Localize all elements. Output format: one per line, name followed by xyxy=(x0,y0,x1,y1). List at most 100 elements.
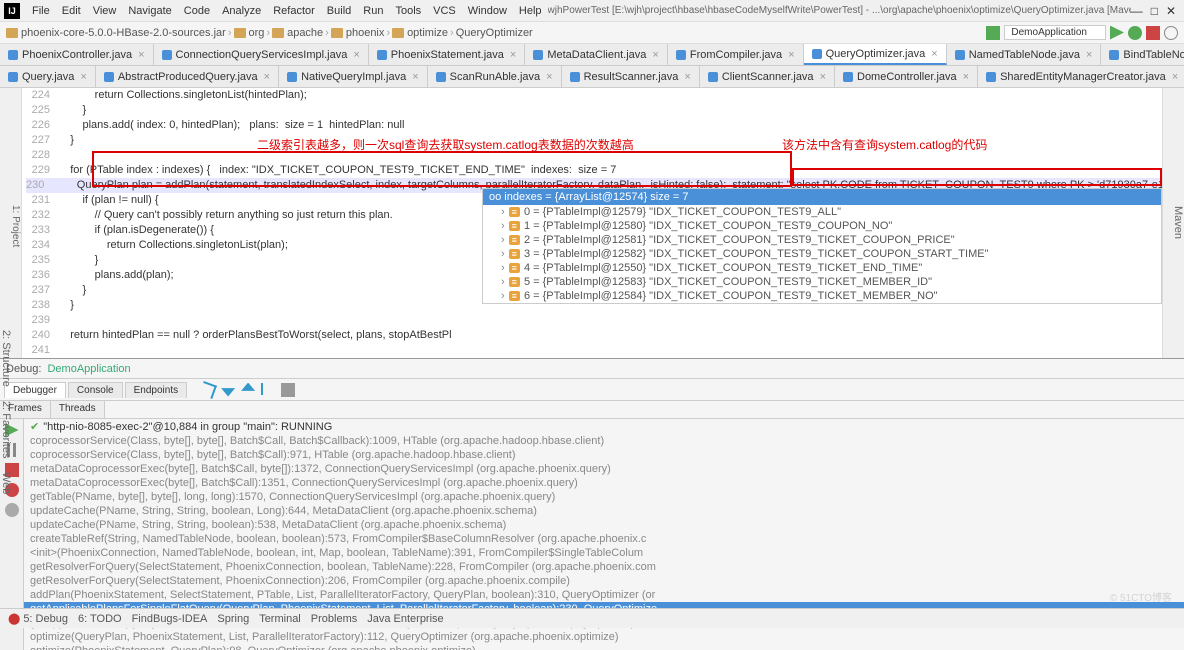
code-editor[interactable]: 224 return Collections.singletonList(hin… xyxy=(22,88,1162,358)
stack-frame[interactable]: updateCache(PName, String, String, boole… xyxy=(24,504,1184,518)
step-out-icon[interactable] xyxy=(241,383,255,397)
tab-close-icon[interactable]: × xyxy=(788,49,794,61)
menu-run[interactable]: Run xyxy=(357,3,389,19)
tree-toggle-icon[interactable]: › xyxy=(501,234,505,246)
menu-edit[interactable]: Edit xyxy=(56,3,87,19)
stack-frame[interactable]: optimize(PhoenixStatement, QueryPlan):98… xyxy=(24,644,1184,650)
tab-endpoints[interactable]: Endpoints xyxy=(125,382,187,398)
right-tool-tabs[interactable]: Maven xyxy=(1162,88,1184,358)
tree-toggle-icon[interactable]: › xyxy=(501,262,505,274)
search-icon[interactable] xyxy=(1164,26,1178,40)
favorites-tab[interactable]: 2: Favorites xyxy=(0,401,12,458)
status-item[interactable]: Terminal xyxy=(259,613,301,625)
tab-console[interactable]: Console xyxy=(68,382,123,398)
tab-debugger[interactable]: Debugger xyxy=(4,382,66,398)
breadcrumb-item[interactable]: phoenix-core-5.0.0-HBase-2.0-sources.jar xyxy=(6,27,226,39)
menu-help[interactable]: Help xyxy=(513,3,548,19)
stack-frame[interactable]: metaDataCoprocessorExec(byte[], Batch$Ca… xyxy=(24,462,1184,476)
file-tab[interactable]: AbstractProducedQuery.java× xyxy=(96,66,279,87)
status-item[interactable]: ⬤ 5: Debug xyxy=(8,612,68,625)
file-tab[interactable]: BindTableNode.java× xyxy=(1101,44,1184,65)
stack-frame[interactable]: <init>(PhoenixConnection, NamedTableNode… xyxy=(24,546,1184,560)
breadcrumb-item[interactable]: phoenix xyxy=(331,27,385,39)
run-icon[interactable] xyxy=(1110,26,1124,40)
tab-close-icon[interactable]: × xyxy=(931,48,937,60)
debug-icon[interactable] xyxy=(1128,26,1142,40)
evaluate-icon[interactable] xyxy=(281,383,295,397)
stack-frame[interactable]: updateCache(PName, String, String, boole… xyxy=(24,518,1184,532)
stack-frame[interactable]: coprocessorService(Class, byte[], byte[]… xyxy=(24,448,1184,462)
threads-tab[interactable]: Threads xyxy=(51,401,105,418)
status-item[interactable]: Java Enterprise xyxy=(367,613,443,625)
stack-frame[interactable]: coprocessorService(Class, byte[], byte[]… xyxy=(24,434,1184,448)
structure-tab[interactable]: 2: Structure xyxy=(0,330,12,387)
debug-var-row[interactable]: ›≡0 = {PTableImpl@12579} "IDX_TICKET_COU… xyxy=(483,205,1161,219)
mute-breakpoints-icon[interactable] xyxy=(5,503,19,517)
tab-close-icon[interactable]: × xyxy=(264,71,270,83)
status-item[interactable]: FindBugs-IDEA xyxy=(132,613,208,625)
breadcrumb-item[interactable]: apache xyxy=(272,27,323,39)
status-item[interactable]: Spring xyxy=(217,613,249,625)
stack-frame[interactable]: getTable(PName, byte[], byte[], long, lo… xyxy=(24,490,1184,504)
breadcrumb-item[interactable]: org xyxy=(234,27,265,39)
breadcrumb-item[interactable]: QueryOptimizer xyxy=(456,27,533,39)
tab-close-icon[interactable]: × xyxy=(684,71,690,83)
menu-build[interactable]: Build xyxy=(321,3,357,19)
stack-frame[interactable]: optimize(QueryPlan, PhoenixStatement, Li… xyxy=(24,630,1184,644)
step-over-icon[interactable] xyxy=(199,381,217,399)
run-to-cursor-icon[interactable] xyxy=(261,383,275,395)
menu-tools[interactable]: Tools xyxy=(389,3,427,19)
menu-navigate[interactable]: Navigate xyxy=(122,3,177,19)
maximize-icon[interactable]: □ xyxy=(1151,4,1158,18)
breadcrumb-item[interactable]: optimize xyxy=(392,27,448,39)
debug-var-row[interactable]: ›≡2 = {PTableImpl@12581} "IDX_TICKET_COU… xyxy=(483,233,1161,247)
tree-toggle-icon[interactable]: › xyxy=(501,276,505,288)
file-tab[interactable]: ConnectionQueryServicesImpl.java× xyxy=(154,44,369,65)
close-icon[interactable]: ✕ xyxy=(1166,4,1176,18)
file-tab[interactable]: FromCompiler.java× xyxy=(668,44,804,65)
project-tool-tab[interactable]: 1: Project xyxy=(0,88,22,358)
stack-frame[interactable]: createTableRef(String, NamedTableNode, b… xyxy=(24,532,1184,546)
debug-var-row[interactable]: ›≡1 = {PTableImpl@12580} "IDX_TICKET_COU… xyxy=(483,219,1161,233)
debug-var-row[interactable]: ›≡4 = {PTableImpl@12550} "IDX_TICKET_COU… xyxy=(483,261,1161,275)
debug-var-row[interactable]: ›≡3 = {PTableImpl@12582} "IDX_TICKET_COU… xyxy=(483,247,1161,261)
tab-close-icon[interactable]: × xyxy=(963,71,969,83)
menu-refactor[interactable]: Refactor xyxy=(267,3,321,19)
tree-toggle-icon[interactable]: › xyxy=(501,220,505,232)
file-tab[interactable]: ClientScanner.java× xyxy=(700,66,835,87)
menu-view[interactable]: View xyxy=(87,3,123,19)
minimize-icon[interactable]: — xyxy=(1131,4,1143,18)
tree-toggle-icon[interactable]: › xyxy=(501,248,505,260)
file-tab[interactable]: ResultScanner.java× xyxy=(562,66,700,87)
stack-frame[interactable]: addPlan(PhoenixStatement, SelectStatemen… xyxy=(24,588,1184,602)
tab-close-icon[interactable]: × xyxy=(652,49,658,61)
stack-frame[interactable]: getResolverForQuery(SelectStatement, Pho… xyxy=(24,574,1184,588)
file-tab[interactable]: Query.java× xyxy=(0,66,96,87)
menu-window[interactable]: Window xyxy=(462,3,513,19)
file-tab[interactable]: PhoenixController.java× xyxy=(0,44,154,65)
debug-var-row[interactable]: ›≡5 = {PTableImpl@12583} "IDX_TICKET_COU… xyxy=(483,275,1161,289)
code-line[interactable]: return Collections.singletonList(hintedP… xyxy=(58,88,1162,103)
file-tab[interactable]: SharedEntityManagerCreator.java× xyxy=(978,66,1184,87)
stop-icon[interactable] xyxy=(1146,26,1160,40)
debug-var-row[interactable]: ›≡6 = {PTableImpl@12584} "IDX_TICKET_COU… xyxy=(483,289,1161,303)
menu-file[interactable]: File xyxy=(26,3,56,19)
tab-close-icon[interactable]: × xyxy=(80,71,86,83)
file-tab[interactable]: DomeController.java× xyxy=(835,66,978,87)
hammer-icon[interactable] xyxy=(986,26,1000,40)
tab-close-icon[interactable]: × xyxy=(1086,49,1092,61)
menu-vcs[interactable]: VCS xyxy=(427,3,462,19)
menu-analyze[interactable]: Analyze xyxy=(216,3,267,19)
menu-code[interactable]: Code xyxy=(178,3,216,19)
debug-vars-header[interactable]: oo indexes = {ArrayList@12574} size = 7 xyxy=(483,189,1161,205)
tree-toggle-icon[interactable]: › xyxy=(501,206,505,218)
stack-frame[interactable]: metaDataCoprocessorExec(byte[], Batch$Ca… xyxy=(24,476,1184,490)
code-line[interactable]: return hintedPlan == null ? orderPlansBe… xyxy=(58,328,1162,343)
code-line[interactable]: } xyxy=(58,103,1162,118)
file-tab[interactable]: NativeQueryImpl.java× xyxy=(279,66,428,87)
tab-close-icon[interactable]: × xyxy=(353,49,359,61)
file-tab[interactable]: PhoenixStatement.java× xyxy=(369,44,526,65)
tab-close-icon[interactable]: × xyxy=(412,71,418,83)
code-line[interactable] xyxy=(58,313,1162,328)
tab-close-icon[interactable]: × xyxy=(1172,71,1178,83)
